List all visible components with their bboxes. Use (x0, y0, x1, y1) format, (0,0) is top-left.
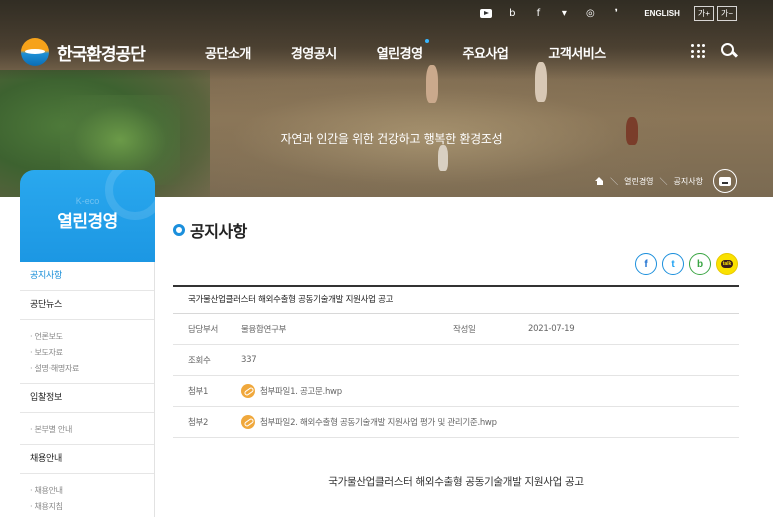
dept-value: 물융합연구부 (241, 325, 287, 335)
nav-item-about[interactable]: 공단소개 (205, 43, 251, 62)
main-nav: 공단소개 경영공시 열린경영 주요사업 고객서비스 (205, 39, 646, 62)
attach1-label: 첨부1 (188, 387, 209, 397)
table-row: 조회수 337 (173, 345, 739, 376)
page-title-text: 공지사항 (190, 222, 247, 241)
hero-banner: b f ▾ ◎ ❜ ENGLISH 가+ 가− 한국환경공단 공단소개 경영공시… (0, 0, 773, 197)
views-label: 조회수 (188, 356, 211, 366)
table-row: 첨부1 첨부파일1. 공고문.hwp (173, 376, 739, 407)
twitter-icon[interactable]: ▾ (558, 8, 570, 19)
sidebar-subitem[interactable]: · 채용안내 (30, 483, 154, 499)
sidebar-item-bidding[interactable]: 입찰정보 (20, 384, 154, 413)
post-view-table: 국가물산업클러스터 해외수출형 공동기술개발 지원사업 공고 담당부서 물융합연… (173, 285, 739, 438)
attachment-filename[interactable]: 첨부파일1. 공고문.hwp (260, 385, 342, 397)
paperclip-icon (241, 384, 255, 398)
nav-tools (691, 43, 737, 59)
sidebar-submenu-bidding: · 본부별 안내 (20, 413, 154, 445)
sidebar-item-notice[interactable]: 공지사항 (20, 262, 154, 291)
breadcrumb-separator: ＼ (610, 176, 619, 186)
home-icon[interactable] (595, 177, 604, 185)
search-icon[interactable] (721, 43, 737, 59)
logo-icon (21, 38, 49, 66)
nav-item-business[interactable]: 주요사업 (463, 43, 509, 62)
logo-text: 한국환경공단 (57, 44, 146, 65)
english-link[interactable]: ENGLISH (644, 9, 680, 18)
dept-label: 담당부서 (188, 325, 219, 335)
share-buttons: f t b talk (635, 253, 738, 275)
sidebar-menu: 공지사항 공단뉴스 · 언론보도 · 보도자료 · 설명·해명자료 입찰정보 ·… (20, 262, 155, 517)
table-row: 담당부서 물융합연구부 작성일 2021-07-19 (173, 314, 739, 345)
instagram-icon[interactable]: ◎ (584, 8, 596, 19)
title-bullet-icon (173, 224, 185, 236)
band-share-icon[interactable]: b (689, 253, 711, 275)
facebook-icon[interactable]: f (532, 8, 544, 19)
print-button[interactable] (713, 169, 737, 193)
utility-bar: b f ▾ ◎ ❜ ENGLISH 가+ 가− (480, 5, 737, 21)
attach2-label: 첨부2 (188, 418, 209, 428)
breadcrumb-item[interactable]: 공지사항 (674, 176, 703, 187)
sidebar-item-news[interactable]: 공단뉴스 (20, 291, 154, 320)
attachment-link-1[interactable]: 첨부파일1. 공고문.hwp (241, 384, 342, 398)
sidebar-submenu-recruit: · 채용안내 · 채용지침 (20, 474, 154, 517)
page-title: 공지사항 (173, 218, 247, 242)
date-label: 작성일 (453, 325, 476, 335)
nav-item-open-management[interactable]: 열린경영 (377, 39, 429, 62)
date-value: 2021-07-19 (528, 324, 575, 334)
sidebar-subitem[interactable]: · 언론보도 (30, 329, 154, 345)
facebook-share-icon[interactable]: f (635, 253, 657, 275)
font-size-up-button[interactable]: 가+ (693, 5, 714, 21)
sidebar-subitem[interactable]: · 보도자료 (30, 345, 154, 361)
sidebar-submenu-news: · 언론보도 · 보도자료 · 설명·해명자료 (20, 320, 154, 384)
site-logo[interactable]: 한국환경공단 (21, 38, 146, 66)
hero-slogan: 자연과 인간을 위한 건강하고 행복한 환경조성 (280, 132, 503, 146)
twitter-share-icon[interactable]: t (662, 253, 684, 275)
font-size-down-button[interactable]: 가− (716, 5, 737, 21)
post-subject: 국가물산업클러스터 해외수출형 공동기술개발 지원사업 공고 (173, 287, 739, 314)
breadcrumb-item[interactable]: 열린경영 (624, 176, 653, 187)
sidebar-header: K-eco 열린경영 (20, 170, 155, 262)
sitemap-grid-icon[interactable] (691, 44, 705, 58)
attachment-link-2[interactable]: 첨부파일2. 해외수출형 공동기술개발 지원사업 평가 및 관리기준.hwp (241, 415, 497, 429)
kakao-icon[interactable]: ❜ (610, 8, 622, 19)
sidebar-title: 열린경영 (57, 212, 118, 232)
sidebar-subitem[interactable]: · 본부별 안내 (30, 422, 154, 438)
sidebar-subitem[interactable]: · 채용지침 (30, 499, 154, 515)
sidebar-item-recruit[interactable]: 채용안내 (20, 445, 154, 474)
kakaotalk-label: talk (720, 260, 734, 268)
post-body-title: 국가물산업클러스터 해외수출형 공동기술개발 지원사업 공고 (328, 476, 584, 488)
youtube-icon[interactable] (480, 8, 493, 18)
views-value: 337 (241, 355, 257, 365)
blog-icon[interactable]: b (506, 8, 518, 19)
paperclip-icon (241, 415, 255, 429)
nav-item-disclosure[interactable]: 경영공시 (291, 43, 337, 62)
sidebar-subitem[interactable]: · 설명·해명자료 (30, 361, 154, 377)
print-icon (719, 176, 731, 186)
table-row: 첨부2 첨부파일2. 해외수출형 공동기술개발 지원사업 평가 및 관리기준.h… (173, 407, 739, 438)
hero-figure-child (535, 62, 547, 102)
attachment-filename[interactable]: 첨부파일2. 해외수출형 공동기술개발 지원사업 평가 및 관리기준.hwp (260, 416, 497, 428)
hero-figure-child (426, 65, 438, 103)
breadcrumb-separator: ＼ (659, 176, 668, 186)
kakaotalk-share-icon[interactable]: talk (716, 253, 738, 275)
hero-figure-child (438, 145, 448, 171)
sidebar-subtitle: K-eco (75, 196, 100, 206)
breadcrumb: ＼ 열린경영 ＼ 공지사항 (595, 169, 737, 193)
nav-item-customer[interactable]: 고객서비스 (548, 43, 606, 62)
